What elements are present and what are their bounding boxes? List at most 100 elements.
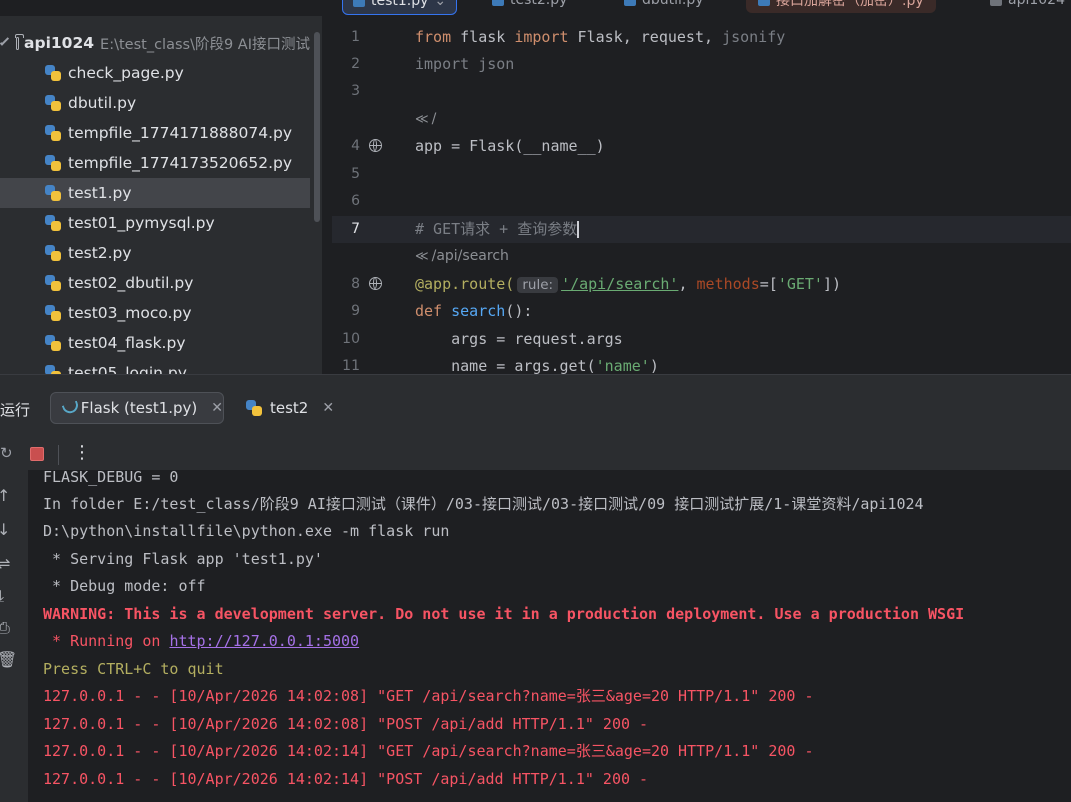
tree-file-test01-pymysql[interactable]: test01_pymysql.py — [0, 208, 310, 238]
web-globe-icon[interactable] — [369, 277, 382, 290]
python-file-icon — [45, 245, 61, 261]
python-file-icon — [758, 0, 770, 6]
chevron-down-icon[interactable] — [0, 36, 9, 46]
tab-label: dbutil.py — [642, 0, 704, 8]
python-file-icon — [45, 185, 61, 201]
share-icon: ≪ — [415, 112, 429, 127]
close-icon[interactable]: ✕ — [322, 400, 334, 416]
server-url-link[interactable]: http://127.0.0.1:5000 — [169, 632, 359, 650]
code-text: def search(): — [415, 302, 533, 320]
code-line: 3 — [332, 78, 1071, 105]
file-name: test1.py — [68, 184, 132, 202]
file-name: check_page.py — [68, 64, 184, 82]
file-name: test03_moco.py — [68, 304, 192, 322]
tree-file-check-page[interactable]: check_page.py — [0, 58, 310, 88]
run-console[interactable]: FLASK_DEBUG = 0 In folder E:/test_class/… — [28, 470, 1071, 802]
tree-file-test03-moco[interactable]: test03_moco.py — [0, 298, 310, 328]
code-line: 5 — [332, 161, 1071, 188]
line-number: 4 — [351, 138, 360, 154]
console-log-line: 127.0.0.1 - - [10/Apr/2026 14:02:14] "GE… — [43, 742, 814, 760]
endpoint-hint-search[interactable]: ≪/api/search — [415, 243, 509, 270]
code-editor[interactable]: 1 from flask import Flask, request, json… — [332, 16, 1071, 374]
tab-label: 接口加解密（加密）.py — [776, 0, 924, 9]
tree-root-folder[interactable]: api1024 E:\test_class\阶段9 AI接口测试 — [0, 28, 310, 58]
python-file-icon — [45, 275, 61, 291]
python-file-icon — [45, 95, 61, 111]
tree-file-test1[interactable]: test1.py — [0, 178, 310, 208]
tab-test1[interactable]: test1.py ⌄ — [342, 0, 458, 15]
code-line: 1 from flask import Flask, request, json… — [332, 24, 1071, 51]
scroll-up-icon[interactable]: ↑ — [0, 486, 10, 505]
tree-file-test04-flask[interactable]: test04_flask.py — [0, 328, 310, 358]
project-tree[interactable]: api1024 E:\test_class\阶段9 AI接口测试 check_p… — [0, 16, 322, 374]
tree-file-tempfile-2[interactable]: tempfile_1774173520652.py — [0, 148, 310, 178]
line-number: 8 — [351, 276, 360, 292]
endpoint-hint[interactable]: ≪ / — [332, 106, 1071, 133]
scroll-down-icon[interactable]: ↓ — [0, 520, 10, 539]
tree-file-dbutil[interactable]: dbutil.py — [0, 88, 310, 118]
stop-button[interactable] — [30, 447, 44, 461]
trash-icon[interactable]: 🗑 — [0, 650, 17, 669]
run-tab-label: Flask (test1.py) — [80, 399, 198, 417]
flask-icon — [61, 401, 72, 415]
endpoint-hint-root[interactable]: ≪ / — [415, 106, 436, 133]
console-line: * Debug mode: off — [43, 577, 206, 595]
python-file-icon — [990, 0, 1002, 6]
console-log-line: 127.0.0.1 - - [10/Apr/2026 14:02:08] "GE… — [43, 687, 814, 705]
tree-file-test02-dbutil[interactable]: test02_dbutil.py — [0, 268, 310, 298]
print-icon[interactable]: ⎙ — [0, 618, 10, 638]
chevron-down-icon: ⌄ — [434, 0, 447, 9]
folder-icon — [14, 33, 25, 50]
console-line: * Serving Flask app 'test1.py' — [43, 550, 323, 568]
tab-dbutil[interactable]: dbutil.py — [624, 0, 704, 13]
code-text: # GET请求 + 查询参数 — [415, 220, 579, 238]
python-file-icon — [45, 365, 61, 374]
tree-file-test05-login[interactable]: test05_login.py — [0, 358, 310, 374]
code-text: from flask import Flask, request, jsonif… — [415, 28, 786, 46]
python-file-icon — [624, 0, 636, 6]
panel-divider[interactable] — [322, 0, 332, 374]
python-file-icon — [353, 0, 365, 7]
tree-file-test2[interactable]: test2.py — [0, 238, 310, 268]
code-text: import json — [415, 55, 515, 73]
python-file-icon — [492, 0, 504, 6]
soft-wrap-icon[interactable]: ⇌ — [0, 554, 10, 573]
code-line: 10 args = request.args — [332, 326, 1071, 353]
tree-scrollbar[interactable] — [314, 32, 320, 222]
file-name: test01_pymysql.py — [68, 214, 215, 232]
current-code-line: 7 # GET请求 + 查询参数 — [332, 216, 1071, 243]
tree-file-tempfile-1[interactable]: tempfile_1774171888074.py — [0, 118, 310, 148]
run-tab-test2[interactable]: test2 ✕ — [246, 392, 334, 424]
code-line: 11 name = args.get('name') — [332, 353, 1071, 374]
toolbar-divider — [58, 445, 59, 465]
rerun-icon[interactable]: ↻ — [0, 444, 13, 462]
python-file-icon — [45, 155, 61, 171]
code-text: @app.route(rule: '/api/search', methods=[… — [415, 275, 842, 293]
more-options-icon[interactable]: ⋮ — [73, 442, 91, 463]
tab-label: test2.py — [510, 0, 568, 8]
share-icon: ≪ — [415, 249, 429, 264]
tab-api1024[interactable]: api1024 — [990, 0, 1065, 13]
code-line: 9 def search(): — [332, 298, 1071, 325]
line-number: 5 — [351, 166, 360, 182]
scroll-to-end-icon[interactable]: ⤓ — [0, 586, 4, 606]
python-file-icon — [45, 305, 61, 321]
file-name: tempfile_1774173520652.py — [68, 154, 293, 172]
web-globe-icon[interactable] — [369, 139, 382, 152]
code-text: args = request.args — [415, 330, 623, 348]
root-folder-name: api1024 — [24, 34, 95, 52]
endpoint-hint[interactable]: ≪/api/search — [332, 243, 1071, 270]
tab-test2[interactable]: test2.py — [492, 0, 567, 13]
run-tab-flask-test1[interactable]: Flask (test1.py) ✕ — [50, 392, 224, 424]
tab-label: api1024 — [1008, 0, 1065, 8]
file-name: dbutil.py — [68, 94, 137, 112]
close-icon[interactable]: ✕ — [211, 400, 223, 416]
python-file-icon — [246, 400, 262, 416]
tab-encrypt[interactable]: 接口加解密（加密）.py — [746, 0, 936, 13]
code-line: 6 — [332, 188, 1071, 215]
python-file-icon — [45, 335, 61, 351]
param-inlay-hint: rule: — [517, 277, 559, 293]
console-line: Press CTRL+C to quit — [43, 660, 224, 678]
editor-tab-strip: test1.py ⌄ test2.py dbutil.py 接口加解密（加密）.… — [332, 0, 1071, 16]
console-line: D:\python\installfile\python.exe -m flas… — [43, 522, 450, 540]
